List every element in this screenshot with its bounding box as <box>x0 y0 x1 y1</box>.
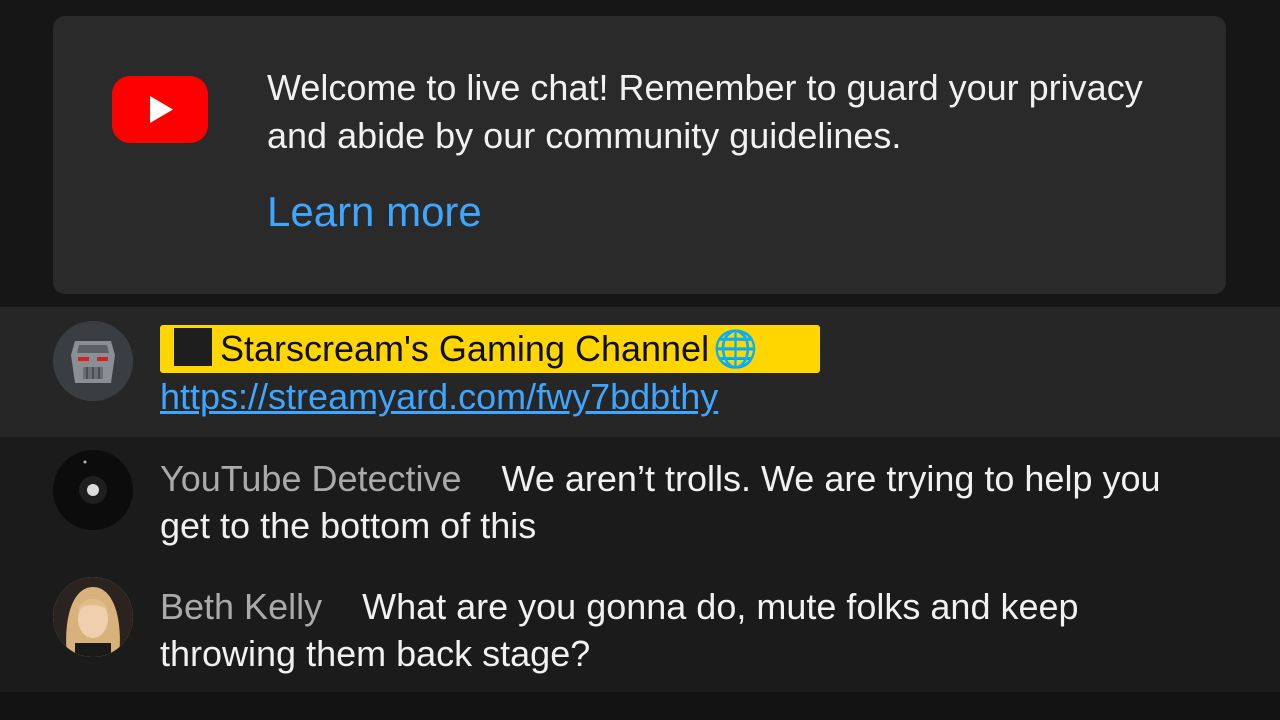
chat-message: YouTube Detective We aren’t trolls. We ar… <box>0 437 1280 565</box>
author-name[interactable]: YouTube Detective <box>160 458 462 499</box>
chat-message: Starscream's Gaming Channel 🌐https://stre… <box>0 307 1280 437</box>
avatar[interactable] <box>53 577 133 657</box>
chat-message-body: Beth Kelly What are you gonna do, mute fo… <box>160 583 1200 677</box>
author-name: Starscream's Gaming Channel <box>220 328 710 369</box>
owner-author-badge[interactable]: Starscream's Gaming Channel 🌐 <box>160 325 820 373</box>
welcome-banner: Welcome to live chat! Remember to guard … <box>53 16 1226 294</box>
square-icon <box>174 328 212 366</box>
chat-message-body: YouTube Detective We aren’t trolls. We ar… <box>160 455 1200 549</box>
learn-more-link[interactable]: Learn more <box>267 186 482 238</box>
avatar[interactable] <box>53 450 133 530</box>
chat-message-body: Starscream's Gaming Channel 🌐https://stre… <box>160 325 1200 420</box>
youtube-logo-icon <box>112 76 208 143</box>
chat-message: Beth Kelly What are you gonna do, mute fo… <box>0 565 1280 692</box>
globe-icon: 🌐 <box>713 328 758 369</box>
welcome-message: Welcome to live chat! Remember to guard … <box>267 67 1143 156</box>
bottom-strip <box>0 692 1280 720</box>
message-link[interactable]: https://streamyard.com/fwy7bdbthy <box>160 376 718 417</box>
live-chat-panel: Welcome to live chat! Remember to guard … <box>0 0 1280 720</box>
avatar[interactable] <box>53 321 133 401</box>
author-name[interactable]: Beth Kelly <box>160 586 322 627</box>
